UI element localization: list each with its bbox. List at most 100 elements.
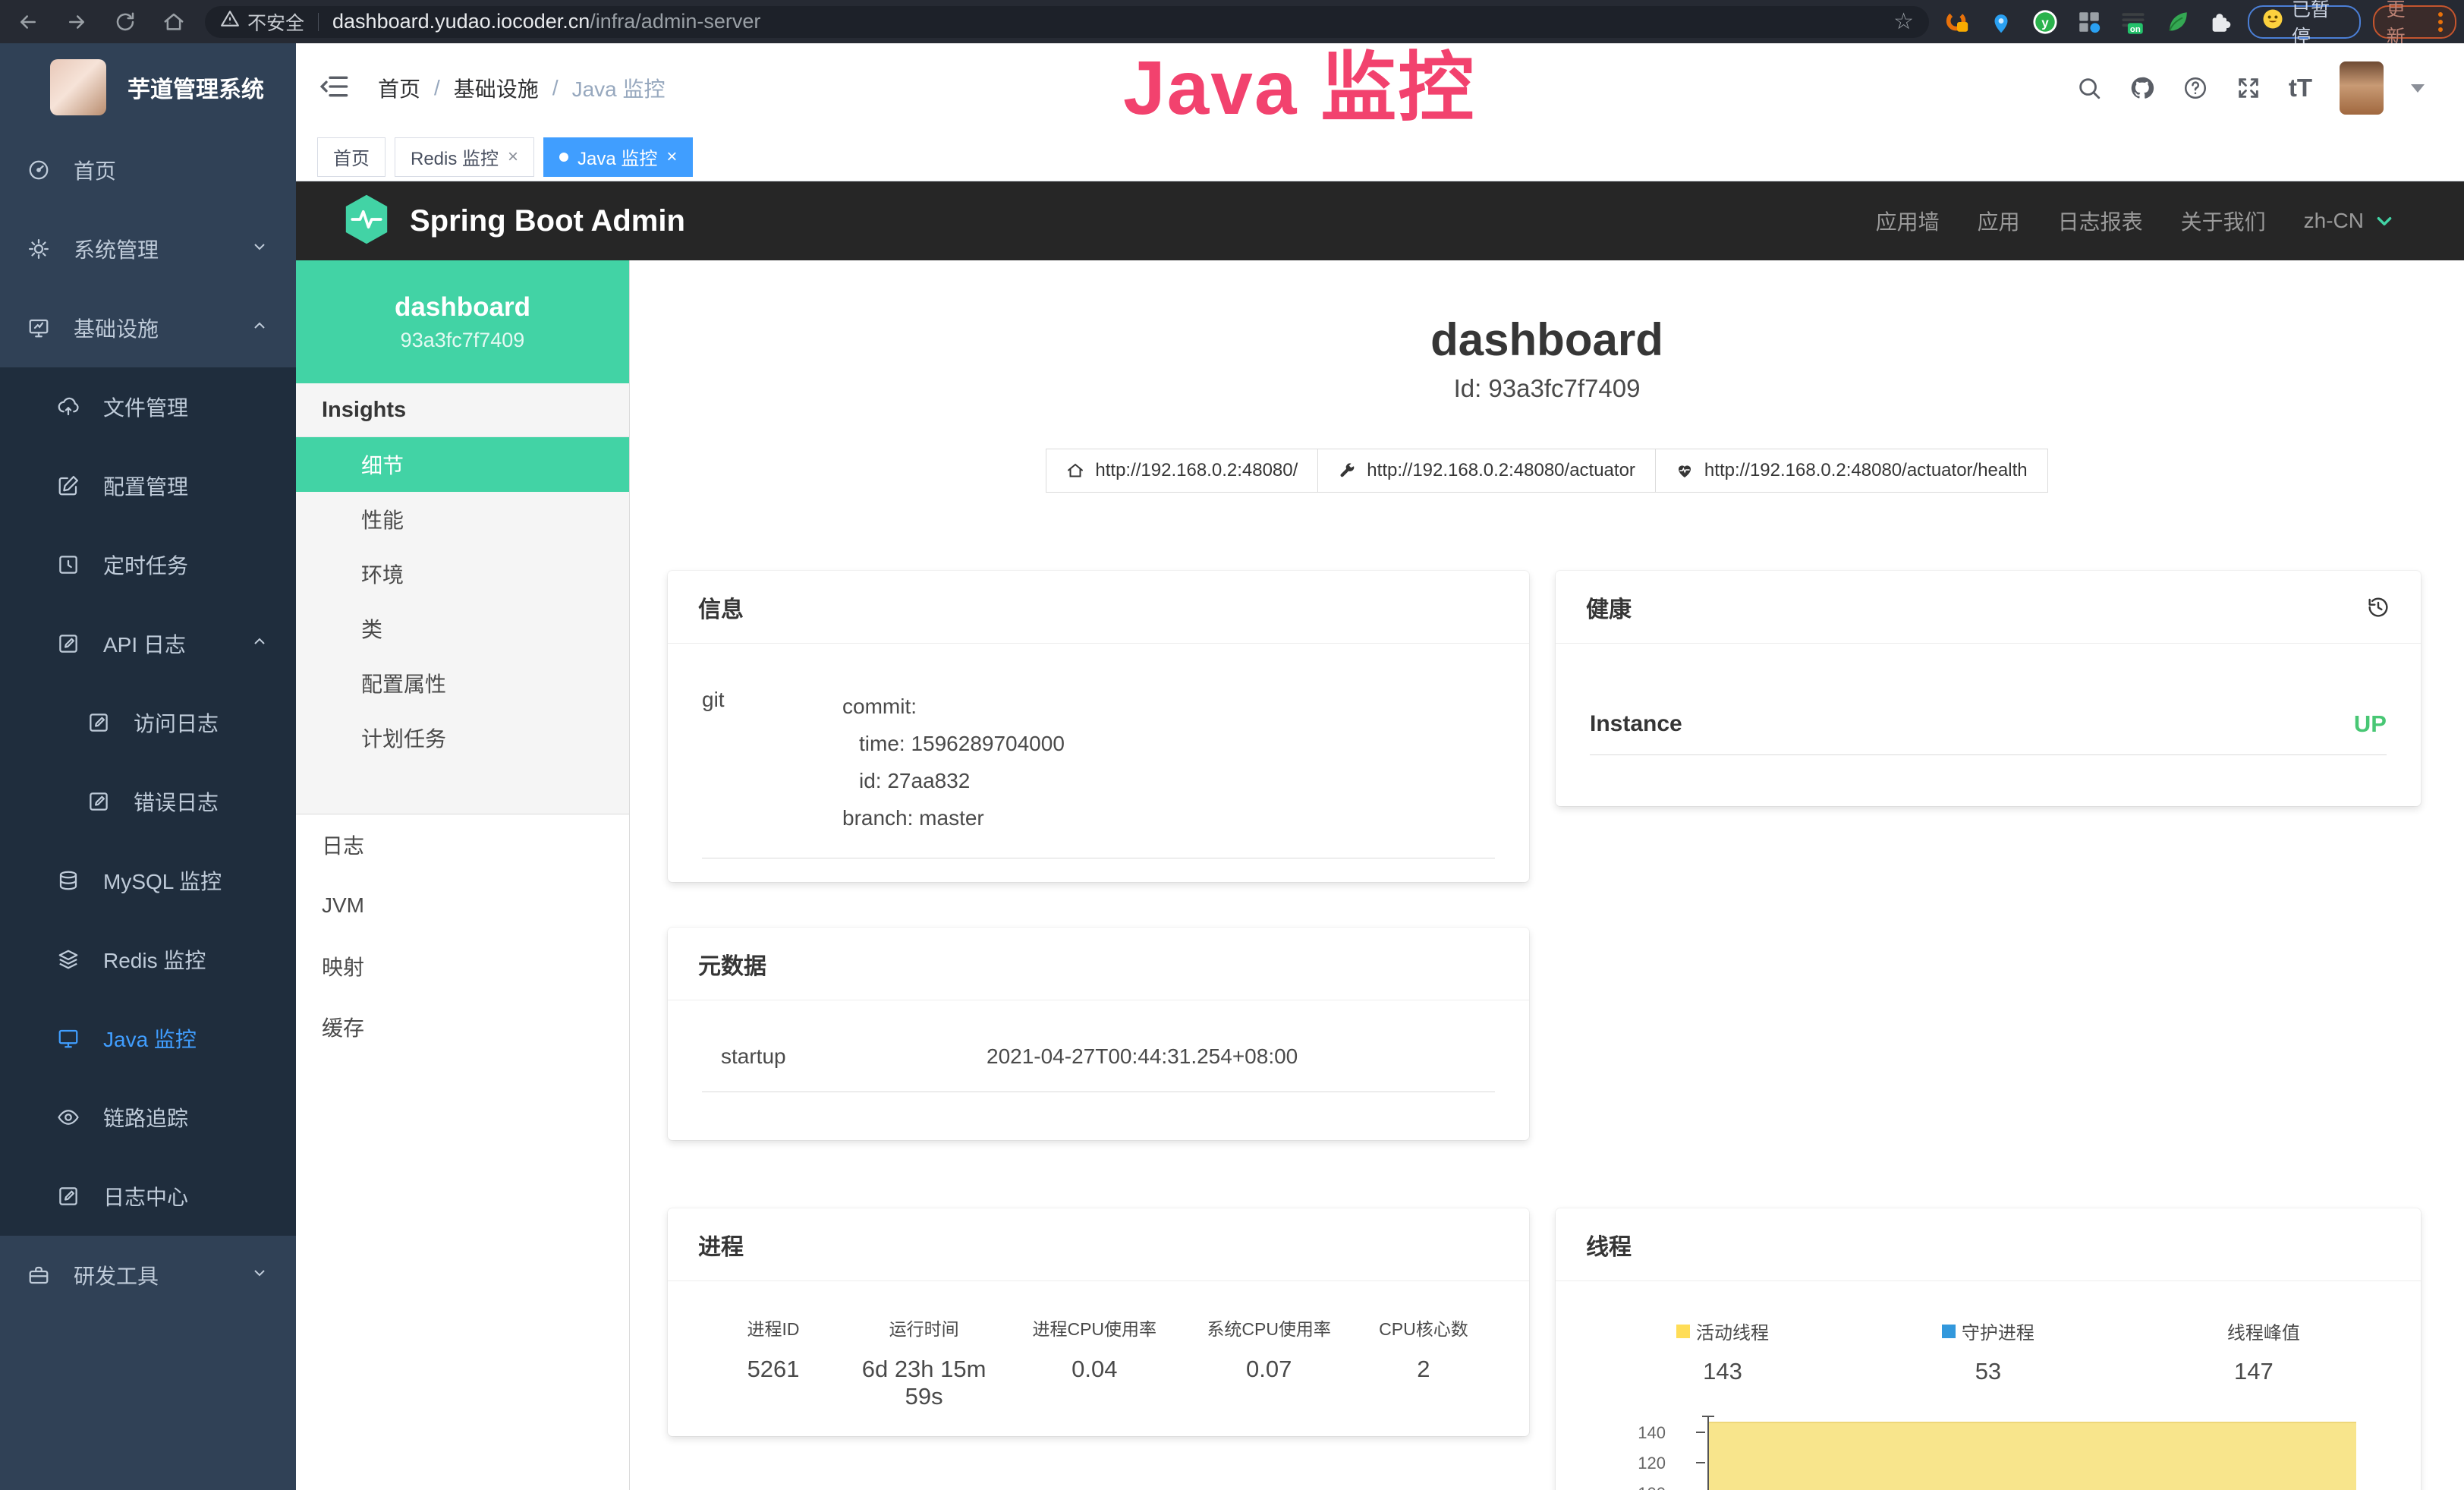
puzzle-extensions-icon[interactable] xyxy=(2208,9,2234,35)
process-col-header: 进程ID xyxy=(702,1315,845,1340)
sba-language-select[interactable]: zh-CN xyxy=(2304,209,2394,233)
sidebar-item-label: 系统管理 xyxy=(74,234,159,264)
legend-label: 线程峰值 xyxy=(2227,1318,2300,1344)
instance-actuator-link[interactable]: http://192.168.0.2:48080/actuator xyxy=(1317,449,1656,493)
browser-menu-icon[interactable] xyxy=(2438,12,2443,32)
close-icon[interactable]: × xyxy=(508,146,518,168)
breadcrumb-item[interactable]: 首页 xyxy=(378,73,420,103)
sba-menu-item-logs[interactable]: 日志 xyxy=(296,814,629,875)
legend-label: 活动线程 xyxy=(1696,1318,1769,1344)
monitor-icon xyxy=(55,1027,82,1050)
sidebar-item-home[interactable]: 首页 xyxy=(0,131,296,209)
sidebar-item-devtools[interactable]: 研发工具 xyxy=(0,1236,296,1315)
instance-health-link[interactable]: http://192.168.0.2:48080/actuator/health xyxy=(1655,449,2048,493)
sba-nav-applications[interactable]: 应用 xyxy=(1978,206,2020,236)
page-title: dashboard xyxy=(630,315,2464,365)
github-icon[interactable] xyxy=(2129,75,2155,101)
legend-item-live: 活动线程 143 xyxy=(1590,1318,1855,1385)
search-icon[interactable] xyxy=(2076,75,2102,101)
on-badge-extension-icon[interactable]: on xyxy=(2120,9,2146,35)
hamburger-icon[interactable] xyxy=(319,71,349,106)
legend-item-peak: 线程峰值 147 xyxy=(2121,1318,2387,1385)
sba-menu-item-caches[interactable]: 缓存 xyxy=(296,997,629,1057)
bookmark-star-icon[interactable]: ☆ xyxy=(1893,8,1914,35)
sba-menu-item-jvm[interactable]: JVM xyxy=(296,875,629,936)
paused-extension-button[interactable]: 已暂停 xyxy=(2248,5,2361,39)
warning-icon xyxy=(220,9,240,34)
health-card-title: 健康 xyxy=(1586,591,1632,624)
address-bar[interactable]: 不安全 dashboard.yudao.iocoder.cn/infra/adm… xyxy=(205,6,1929,38)
sba-menu-item-classes[interactable]: 类 xyxy=(296,601,629,656)
avatar[interactable] xyxy=(2340,61,2384,115)
sidebar-item-api-log[interactable]: API 日志 xyxy=(0,604,296,683)
sba-nav-journal[interactable]: 日志报表 xyxy=(2058,206,2143,236)
update-label: 更新 xyxy=(2387,0,2423,49)
health-status-value: UP xyxy=(2354,710,2387,738)
svg-text:y: y xyxy=(2041,15,2049,30)
sba-nav-applications-wall[interactable]: 应用墙 xyxy=(1876,206,1940,236)
schedule-icon xyxy=(55,553,82,576)
fullscreen-icon[interactable] xyxy=(2236,75,2261,101)
sidebar-item-log-center[interactable]: 日志中心 xyxy=(0,1157,296,1236)
instance-home-link[interactable]: http://192.168.0.2:48080/ xyxy=(1046,449,1318,493)
sba-menu-item-metrics[interactable]: 性能 xyxy=(296,492,629,547)
legend-value: 147 xyxy=(2234,1358,2274,1385)
history-icon[interactable] xyxy=(2366,595,2390,619)
breadcrumb-separator: / xyxy=(552,76,559,100)
sidebar-item-system[interactable]: 系统管理 xyxy=(0,209,296,288)
tab-redis-monitor[interactable]: Redis 监控 × xyxy=(395,137,534,177)
sidebar-item-label: 错误日志 xyxy=(134,786,219,817)
process-col-header: CPU核心数 xyxy=(1352,1315,1495,1340)
app-logo xyxy=(50,59,106,115)
sba-brand[interactable]: Spring Boot Admin xyxy=(343,194,685,249)
tab-home[interactable]: 首页 xyxy=(317,137,385,177)
back-icon[interactable] xyxy=(17,11,39,33)
legend-value: 143 xyxy=(1703,1358,1742,1385)
svg-text:on: on xyxy=(2130,24,2141,33)
sidebar-item-jobs[interactable]: 定时任务 xyxy=(0,525,296,604)
health-row[interactable]: Instance UP xyxy=(1590,710,2387,755)
sidebar-item-java-monitor[interactable]: Java 监控 xyxy=(0,999,296,1078)
grid-extension-icon[interactable] xyxy=(2076,9,2102,35)
sidebar-item-access-log[interactable]: 访问日志 xyxy=(0,683,296,762)
sba-main: dashboard Id: 93a3fc7f7409 http://192.16… xyxy=(630,260,2464,1490)
y-tick xyxy=(1696,1432,1705,1433)
sba-nav-about[interactable]: 关于我们 xyxy=(2181,206,2266,236)
help-icon[interactable] xyxy=(2182,75,2208,101)
sidebar-item-redis[interactable]: Redis 监控 xyxy=(0,920,296,999)
sidebar-item-config[interactable]: 配置管理 xyxy=(0,446,296,525)
pin-extension-icon[interactable] xyxy=(1988,9,2014,35)
sba-menu-item-scheduled-tasks[interactable]: 计划任务 xyxy=(296,710,629,765)
threads-card-title: 线程 xyxy=(1556,1208,2421,1281)
orange-extension-icon[interactable] xyxy=(1944,9,1970,35)
wrench-icon xyxy=(1338,461,1356,480)
green-y-extension-icon[interactable]: y xyxy=(2032,9,2058,35)
reload-icon[interactable] xyxy=(114,11,137,33)
sidebar-item-error-log[interactable]: 错误日志 xyxy=(0,762,296,841)
sidebar-item-infra[interactable]: 基础设施 xyxy=(0,288,296,367)
leaf-extension-icon[interactable] xyxy=(2164,9,2190,35)
heartbeat-icon xyxy=(1676,461,1694,480)
sba-instance-box[interactable]: dashboard 93a3fc7f7409 xyxy=(296,260,629,383)
tab-java-monitor[interactable]: Java 监控 × xyxy=(543,137,693,177)
breadcrumb-item[interactable]: 基础设施 xyxy=(454,73,539,103)
home-icon[interactable] xyxy=(162,11,185,33)
sba-menu-item-mappings[interactable]: 映射 xyxy=(296,936,629,997)
sba-brand-name: Spring Boot Admin xyxy=(410,204,685,238)
sidebar-item-mysql[interactable]: MySQL 监控 xyxy=(0,841,296,920)
chevron-down-icon xyxy=(250,237,269,261)
text-size-icon[interactable]: tT xyxy=(2289,74,2312,102)
sba-menu-item-details[interactable]: 细节 xyxy=(296,437,629,492)
sba-menu-group-label: Insights xyxy=(296,383,629,437)
sba-header: Spring Boot Admin 应用墙 应用 日志报表 关于我们 zh-CN xyxy=(296,181,2464,260)
sidebar-item-files[interactable]: 文件管理 xyxy=(0,367,296,446)
sba-menu-item-environment[interactable]: 环境 xyxy=(296,547,629,601)
forward-icon[interactable] xyxy=(65,11,88,33)
close-icon[interactable]: × xyxy=(666,146,677,168)
caret-down-icon[interactable] xyxy=(2411,84,2425,93)
sidebar-item-tracing[interactable]: 链路追踪 xyxy=(0,1078,296,1157)
sba-menu-item-configprops[interactable]: 配置属性 xyxy=(296,656,629,710)
sidebar-item-label: Redis 监控 xyxy=(103,944,206,975)
update-browser-button[interactable]: 更新 xyxy=(2373,5,2456,39)
process-value: 5261 xyxy=(702,1356,845,1383)
